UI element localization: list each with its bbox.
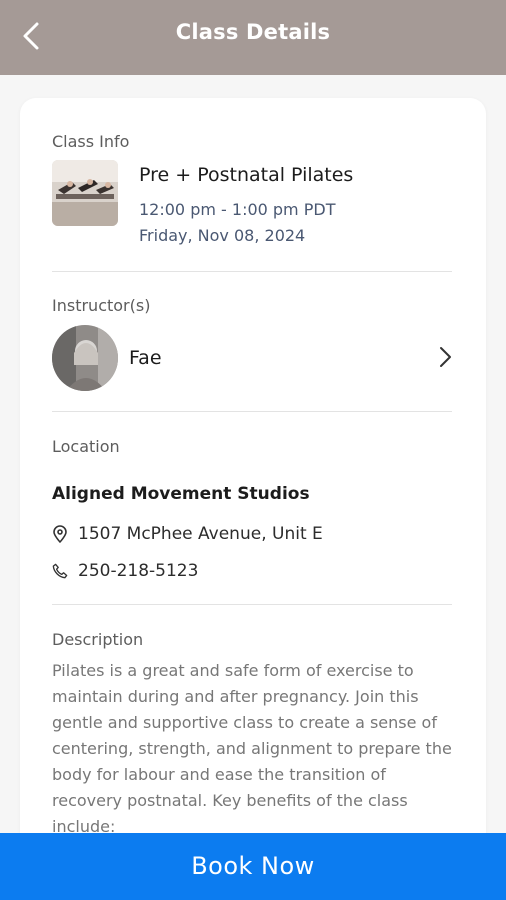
map-pin-icon [53,525,67,543]
class-details-card: Class Info Pre + Postnatal Pilates 12:00… [20,98,486,858]
location-name: Aligned Movement Studios [52,484,310,504]
class-time: 12:00 pm - 1:00 pm PDT [139,200,336,219]
description-text: Pilates is a great and safe form of exer… [52,661,452,836]
class-date: Friday, Nov 08, 2024 [139,226,306,245]
location-label: Location [52,437,120,456]
instructor-row[interactable]: Fae [52,323,454,391]
divider [52,271,452,272]
location-address: 1507 McPhee Avenue, Unit E [78,524,323,544]
chevron-right-icon [440,347,451,367]
address-row[interactable]: 1507 McPhee Avenue, Unit E [52,523,323,545]
page-title: Class Details [175,20,331,44]
book-now-button[interactable]: Book Now [0,833,506,900]
app-header: Class Details [0,0,506,75]
description-label: Description [52,630,144,649]
class-thumbnail [52,160,118,226]
avatar [52,325,118,391]
phone-icon [52,563,68,579]
phone-row[interactable]: 250-218-5123 [52,560,198,582]
divider [52,411,452,412]
class-name: Pre + Postnatal Pilates [139,164,354,186]
divider [52,604,452,605]
class-info-label: Class Info [52,132,130,151]
location-phone: 250-218-5123 [78,561,199,581]
instructor-name: Fae [129,347,162,369]
instructor-label: Instructor(s) [52,296,151,315]
